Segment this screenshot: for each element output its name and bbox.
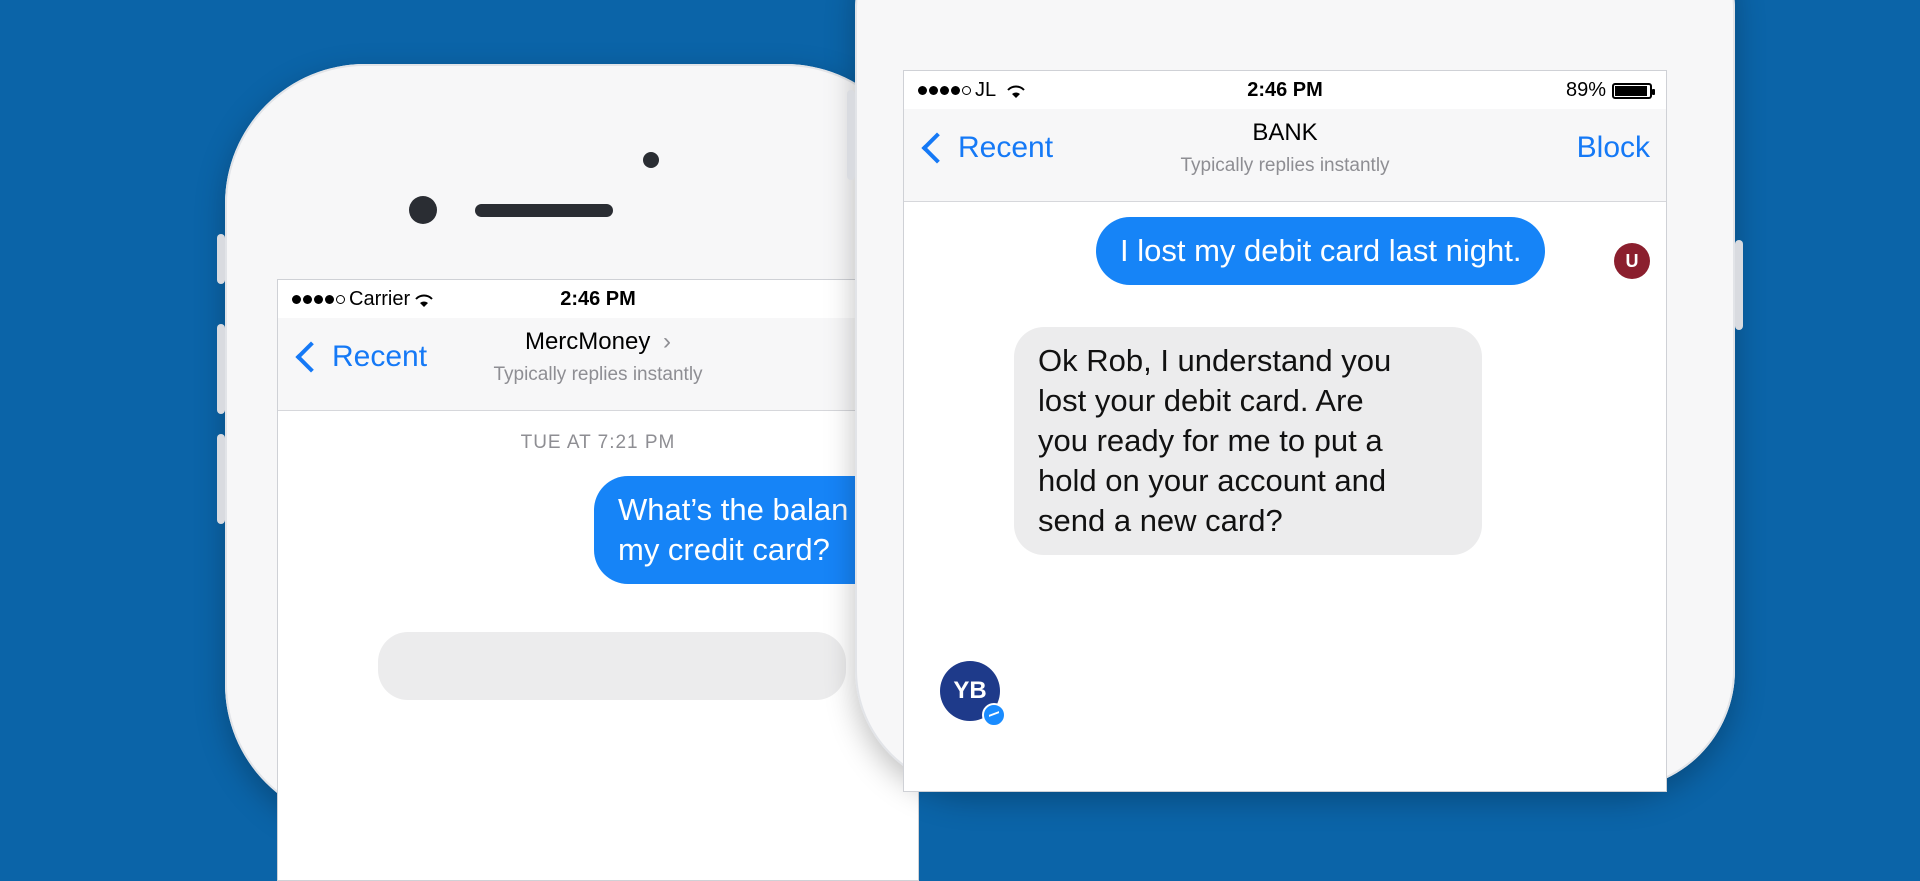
bank-message-bubble[interactable]: Ok Rob, I understand you lost your debit…: [1014, 327, 1482, 555]
front-camera: [409, 196, 437, 224]
bank-avatar-initials: YB: [953, 677, 987, 704]
bank-avatar[interactable]: YB: [940, 661, 1006, 727]
user-avatar[interactable]: U: [1614, 243, 1650, 279]
volume-up-button: [217, 324, 225, 414]
side-button: [847, 90, 855, 180]
messenger-badge-icon: [982, 703, 1006, 727]
earpiece-speaker: [475, 204, 613, 217]
proximity-sensor: [643, 152, 659, 168]
user-message-bubble[interactable]: I lost my debit card last night.: [1096, 217, 1546, 285]
front-phone: JL 2:46 PM 89% Recent BANK Typically rep…: [847, 0, 1743, 792]
mute-switch: [217, 234, 225, 284]
block-button[interactable]: Block: [1577, 131, 1650, 165]
message-timestamp: TUE AT 7:21 PM: [520, 432, 676, 453]
chat-title[interactable]: BANK: [904, 119, 1666, 147]
volume-down-button: [217, 434, 225, 524]
battery-percent: 89%: [1565, 79, 1606, 101]
back-phone-screen: Carrier 2:46 PM Recent MercMoney › Typic…: [277, 279, 919, 881]
battery-icon: [1612, 82, 1655, 99]
chat-subtitle: Typically replies instantly: [493, 364, 703, 385]
status-bar: Carrier 2:46 PM: [278, 280, 918, 318]
chat-title[interactable]: MercMoney ›: [278, 328, 918, 356]
battery-fill: [1615, 85, 1648, 96]
chat-header: Recent MercMoney › Typically replies ins…: [278, 318, 918, 411]
chat-title-text: MercMoney: [524, 328, 651, 355]
chat-header: Recent BANK Typically replies instantly …: [904, 109, 1666, 202]
status-bar: JL 2:46 PM 89%: [904, 71, 1666, 109]
chevron-right-icon: ›: [663, 328, 672, 355]
bot-message-bubble[interactable]: [378, 632, 846, 700]
front-phone-screen: JL 2:46 PM 89% Recent BANK Typically rep…: [903, 70, 1667, 792]
power-button: [1735, 240, 1743, 330]
status-time: 2:46 PM: [1247, 79, 1323, 101]
back-phone: Carrier 2:46 PM Recent MercMoney › Typic…: [217, 64, 925, 881]
status-time: 2:46 PM: [560, 288, 636, 310]
chat-subtitle: Typically replies instantly: [1180, 155, 1390, 176]
